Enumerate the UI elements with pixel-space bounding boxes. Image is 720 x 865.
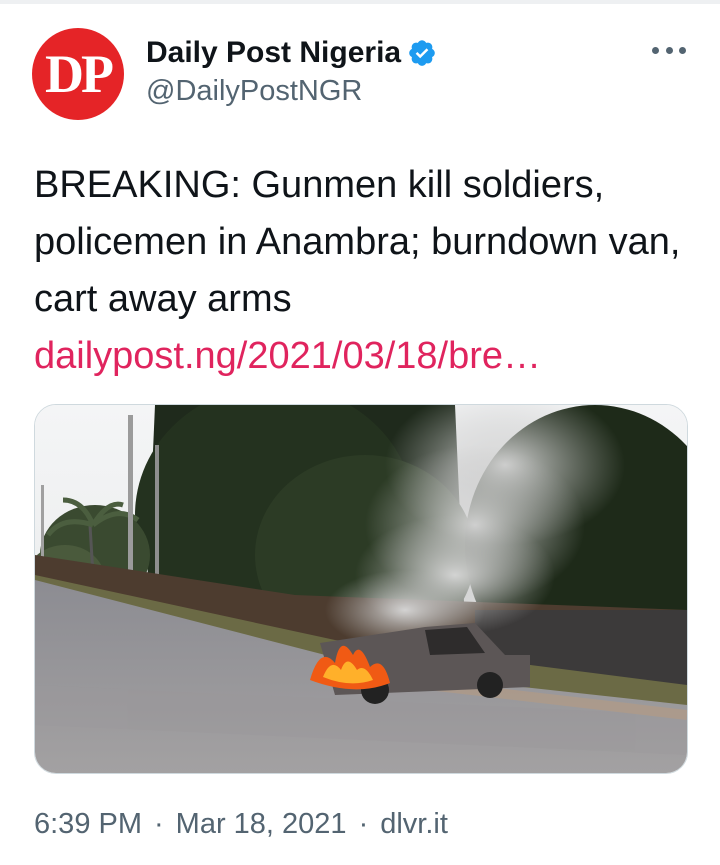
meta-separator: · bbox=[358, 808, 369, 840]
avatar[interactable]: DP bbox=[32, 28, 124, 120]
author-name-row[interactable]: Daily Post Nigeria bbox=[146, 36, 437, 70]
tweet-source[interactable]: dlvr.it bbox=[380, 808, 448, 841]
tweet-text: BREAKING: Gunmen kill soldiers, policeme… bbox=[34, 164, 681, 320]
display-name[interactable]: Daily Post Nigeria bbox=[146, 36, 401, 70]
photo-burning-van-icon bbox=[35, 405, 687, 773]
more-options-icon[interactable] bbox=[652, 40, 686, 60]
meta-separator: · bbox=[154, 808, 164, 840]
tweet-time[interactable]: 6:39 PM bbox=[34, 808, 142, 841]
more-dot bbox=[679, 46, 686, 54]
tweet-photo[interactable] bbox=[34, 404, 688, 774]
verified-badge-icon bbox=[409, 40, 435, 66]
tweet-meta: 6:39 PM · Mar 18, 2021 · dlvr.it bbox=[34, 808, 448, 841]
tweet-body: BREAKING: Gunmen kill soldiers, policeme… bbox=[34, 157, 694, 385]
more-dot bbox=[652, 46, 659, 54]
tweet-link[interactable]: dailypost.ng/2021/03/18/bre… bbox=[34, 328, 694, 385]
more-dot bbox=[665, 46, 673, 54]
top-divider bbox=[0, 0, 720, 4]
tweet-date[interactable]: Mar 18, 2021 bbox=[176, 808, 347, 841]
handle[interactable]: @DailyPostNGR bbox=[146, 75, 362, 108]
